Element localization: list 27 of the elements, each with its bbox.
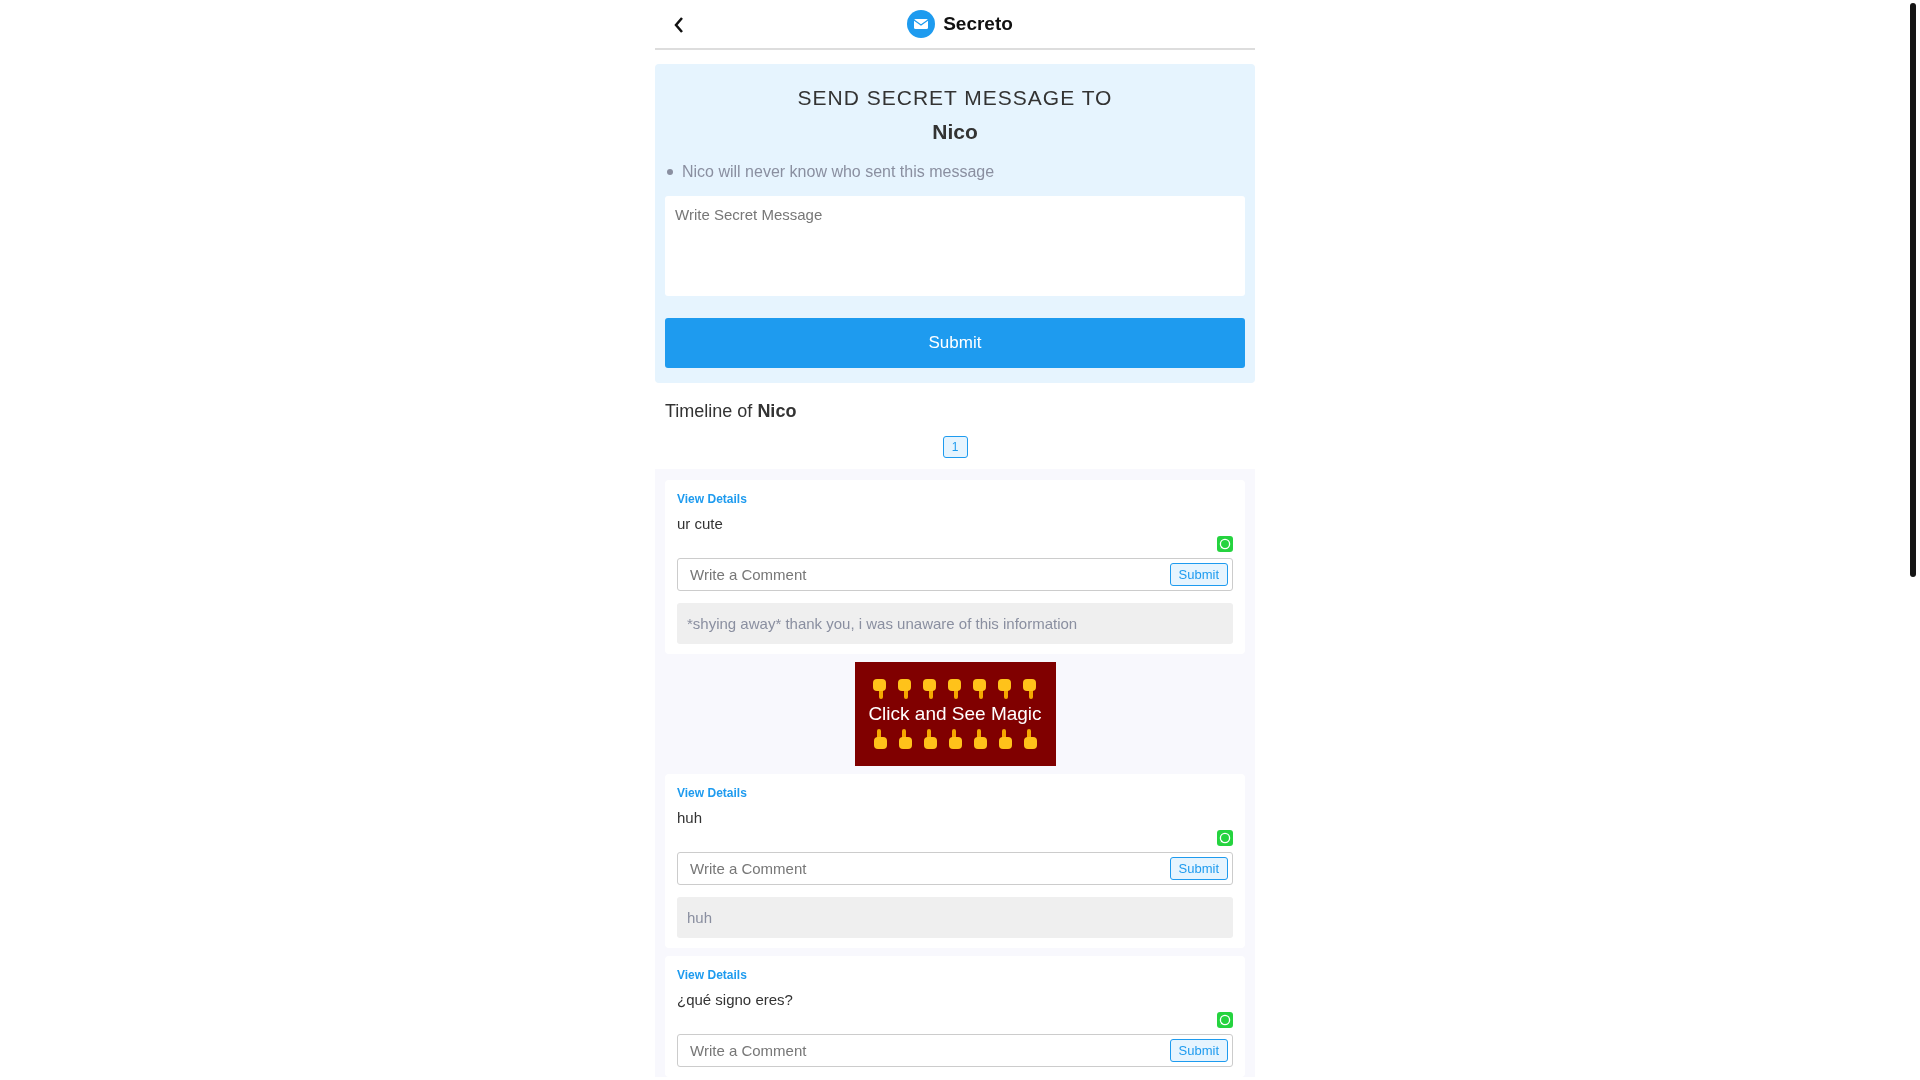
app-title: Secreto [943,13,1013,35]
message-text: ur cute [677,515,724,532]
form-heading: SEND SECRET MESSAGE TO [797,86,1113,110]
message-text: huh [677,809,704,826]
magic-banner[interactable]: Click and See Magic [854,662,1056,766]
message-field[interactable]: Write Secret Message [665,196,1245,296]
timeline-title: Timeline of Nico [665,401,798,422]
view-details-link[interactable]: View Details [677,786,747,800]
bullet-icon [667,169,673,175]
comment-field[interactable]: Write a Comment Submit [677,1034,1233,1067]
message-text: ¿qué signo eres? [677,991,794,1008]
note-text: Nico will never know who sent this message [682,162,995,182]
page-button[interactable]: 1 [942,436,968,458]
view-details-link[interactable]: View Details [677,492,747,506]
comment-submit-button[interactable]: Submit [1169,1039,1228,1062]
submit-button[interactable]: Submit [665,318,1245,368]
reply-text: huh [677,897,1233,938]
envelope-logo-icon [907,10,936,38]
view-details-link[interactable]: View Details [677,968,747,982]
comment-field[interactable]: Write a Comment Submit [677,558,1233,591]
comment-field[interactable]: Write a Comment Submit [677,852,1233,885]
scrollbar[interactable] [1910,3,1916,577]
comment-submit-button[interactable]: Submit [1169,563,1228,586]
comment-submit-button[interactable]: Submit [1169,857,1228,880]
recipient-name: Nico [932,120,978,144]
back-icon[interactable] [673,16,685,34]
reply-text: *shying away* thank you, i was unaware of this information [677,603,1233,644]
